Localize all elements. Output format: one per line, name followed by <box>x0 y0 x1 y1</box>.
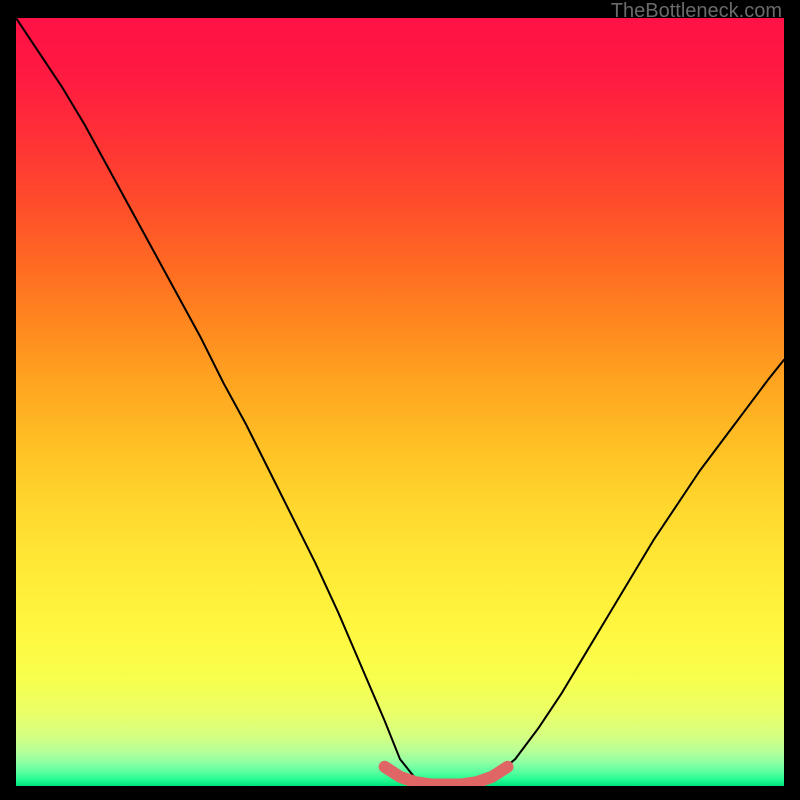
watermark-text: TheBottleneck.com <box>611 0 782 23</box>
gradient-background <box>16 18 784 786</box>
chart-svg <box>16 18 784 786</box>
chart-frame: TheBottleneck.com <box>0 0 800 800</box>
plot-area <box>16 18 784 786</box>
